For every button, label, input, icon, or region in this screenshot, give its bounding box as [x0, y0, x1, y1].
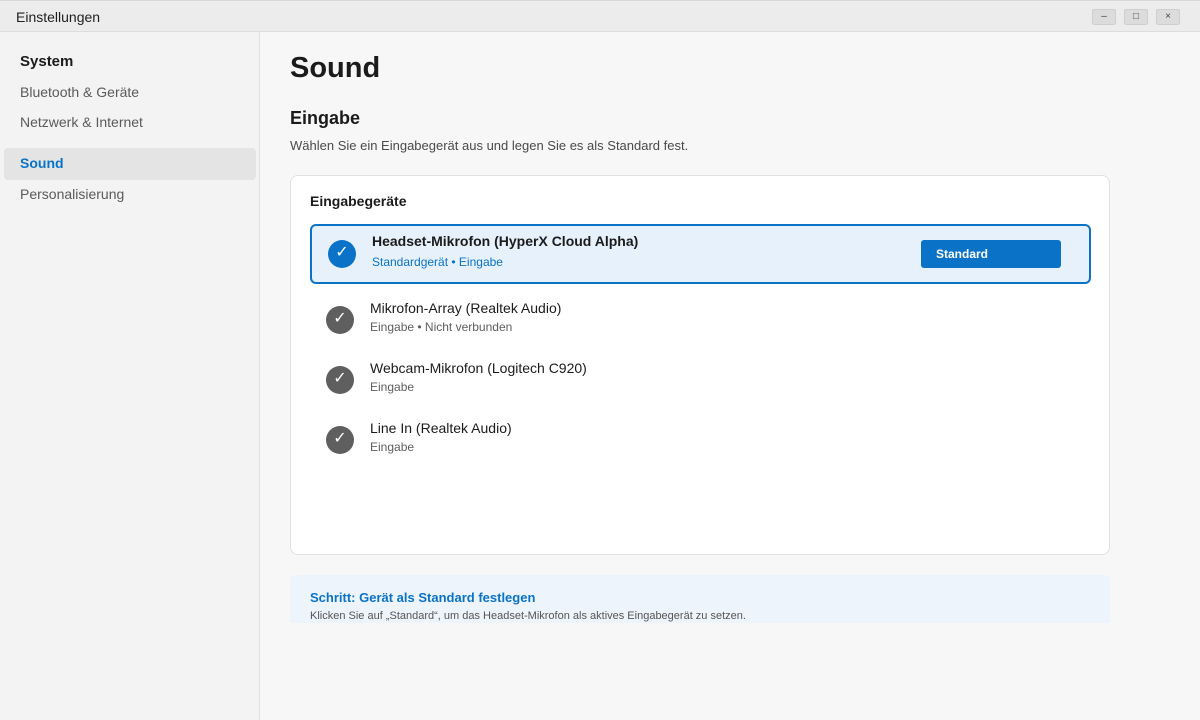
device-item-mic-array[interactable]: ✓ Mikrofon-Array (Realtek Audio) Eingabe… [310, 290, 1091, 350]
device-status: Standardgerät • Eingabe [372, 255, 503, 269]
hint-text: Klicken Sie auf „Standard“, um das Heads… [310, 610, 746, 622]
check-icon: ✓ [326, 306, 354, 334]
hint-title: Schritt: Gerät als Standard festlegen [310, 590, 536, 605]
minimize-button[interactable]: – [1092, 9, 1116, 25]
device-item-headset[interactable]: ✓ Headset-Mikrofon (HyperX Cloud Alpha) … [310, 224, 1091, 284]
sidebar-item-system[interactable]: System [4, 47, 256, 79]
device-status: Eingabe [370, 380, 415, 394]
device-name: Mikrofon-Array (Realtek Audio) [370, 300, 562, 316]
device-name: Line In (Realtek Audio) [370, 420, 512, 436]
main-content: Sound Eingabe Wählen Sie ein Eingabegerä… [260, 32, 1200, 720]
title-bar: Einstellungen – □ × [0, 0, 1200, 32]
sidebar-item-personalization[interactable]: Personalisierung [4, 179, 256, 211]
sidebar-item-sound[interactable]: Sound [4, 148, 256, 180]
sidebar-item-bluetooth[interactable]: Bluetooth & Geräte [4, 77, 256, 109]
window-title: Einstellungen [16, 9, 101, 25]
page-title: Sound [290, 52, 381, 84]
device-name: Headset-Mikrofon (HyperX Cloud Alpha) [372, 233, 639, 249]
device-item-line-in[interactable]: ✓ Line In (Realtek Audio) Eingabe [310, 410, 1091, 470]
device-status: Eingabe [370, 440, 415, 454]
set-default-button[interactable]: Standard [921, 240, 1061, 268]
check-icon: ✓ [326, 426, 354, 454]
device-status: Eingabe • Nicht verbunden [370, 320, 513, 334]
check-icon: ✓ [328, 240, 356, 268]
section-description: Wählen Sie ein Eingabegerät aus und lege… [290, 138, 689, 153]
maximize-button[interactable]: □ [1124, 9, 1148, 25]
card-title: Eingabegeräte [310, 193, 407, 209]
section-title: Eingabe [290, 108, 361, 128]
sidebar: System Bluetooth & Geräte Netzwerk & Int… [0, 32, 260, 720]
close-button[interactable]: × [1156, 9, 1180, 25]
check-icon: ✓ [326, 366, 354, 394]
input-devices-card: Eingabegeräte ✓ Headset-Mikrofon (HyperX… [290, 175, 1110, 555]
device-name: Webcam-Mikrofon (Logitech C920) [370, 360, 587, 376]
step-hint-panel: Schritt: Gerät als Standard festlegen Kl… [290, 575, 1110, 623]
sidebar-item-network[interactable]: Netzwerk & Internet [4, 107, 256, 139]
device-item-webcam[interactable]: ✓ Webcam-Mikrofon (Logitech C920) Eingab… [310, 350, 1091, 410]
